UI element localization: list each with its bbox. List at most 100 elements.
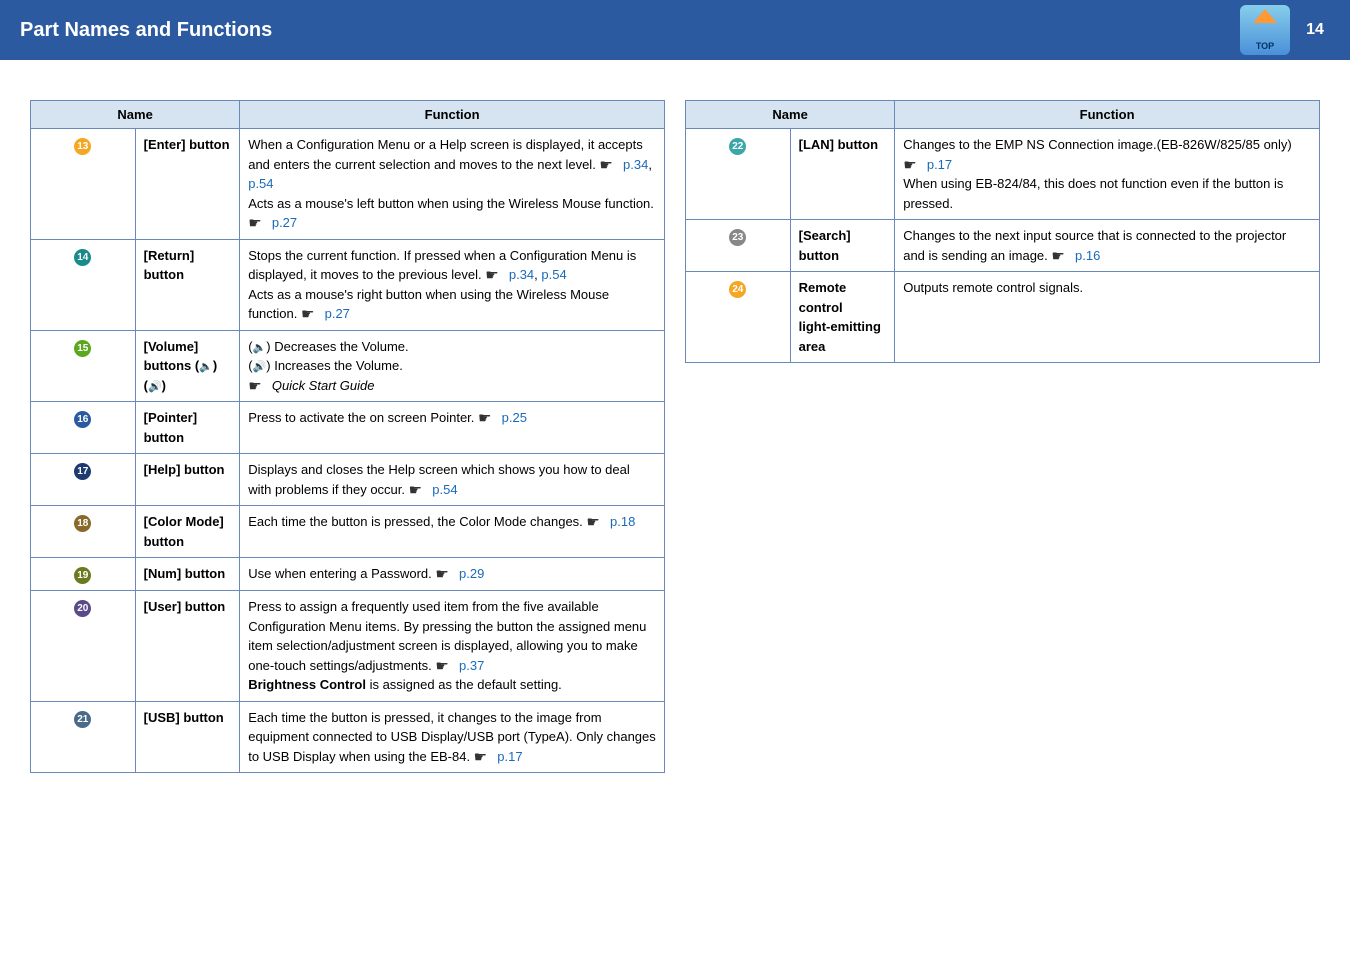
page-link[interactable]: p.37 (459, 658, 484, 673)
func-text: Acts as a mouse's left button when using… (248, 196, 654, 211)
button-name: [LAN] button (799, 137, 878, 152)
table-row: 20 [User] button Press to assign a frequ… (31, 591, 665, 702)
button-name: Remote control (799, 280, 847, 315)
row-number: 24 (729, 281, 746, 298)
page-link[interactable]: p.34 (509, 267, 534, 282)
row-number: 14 (74, 249, 91, 266)
hand-icon (478, 409, 498, 421)
hand-icon (248, 214, 268, 226)
func-text: Each time the button is pressed, it chan… (248, 710, 656, 764)
table-row: 14 [Return] button Stops the current fun… (31, 239, 665, 330)
page-header: Part Names and Functions TOP 14 (0, 0, 1350, 60)
volume-up-icon (148, 378, 162, 393)
page-number: 14 (1300, 21, 1330, 39)
page-link[interactable]: p.27 (272, 215, 297, 230)
table-row: 23 [Search] button Changes to the next i… (686, 220, 1320, 272)
function-cell: When a Configuration Menu or a Help scre… (240, 129, 665, 240)
button-name: [Search] button (799, 228, 851, 263)
button-name: [Help] button (144, 462, 225, 477)
table-row: 16 [Pointer] button Press to activate th… (31, 402, 665, 454)
volume-down-icon (253, 339, 267, 354)
func-text: When a Configuration Menu or a Help scre… (248, 137, 643, 172)
hand-icon (1051, 247, 1071, 259)
page-link[interactable]: p.54 (432, 482, 457, 497)
function-cell: Outputs remote control signals. (895, 272, 1320, 363)
page-link[interactable]: p.25 (502, 410, 527, 425)
page-link[interactable]: p.29 (459, 566, 484, 581)
func-text: Stops the current function. If pressed w… (248, 248, 636, 283)
table-row: 22 [LAN] button Changes to the EMP NS Co… (686, 129, 1320, 220)
th-function: Function (895, 101, 1320, 129)
func-text: Each time the button is pressed, the Col… (248, 514, 586, 529)
sep: , (648, 157, 652, 172)
func-text: Press to activate the on screen Pointer. (248, 410, 478, 425)
function-cell: Displays and closes the Help screen whic… (240, 454, 665, 506)
table-row: 15 [Volume] buttons () () () Decreases t… (31, 330, 665, 402)
right-column: Name Function 22 [LAN] button Changes to… (685, 100, 1320, 773)
function-cell: () Decreases the Volume. () Increases th… (240, 330, 665, 402)
function-cell: Each time the button is pressed, the Col… (240, 506, 665, 558)
page-link[interactable]: p.27 (325, 306, 350, 321)
page-link[interactable]: p.17 (497, 749, 522, 764)
row-number: 17 (74, 463, 91, 480)
th-function: Function (240, 101, 665, 129)
button-name: ) (162, 378, 166, 393)
hand-icon (485, 266, 505, 278)
function-cell: Press to assign a frequently used item f… (240, 591, 665, 702)
func-text: Use when entering a Password. (248, 566, 435, 581)
page-link[interactable]: p.16 (1075, 248, 1100, 263)
function-cell: Changes to the next input source that is… (895, 220, 1320, 272)
button-name: [Color Mode] button (144, 514, 224, 549)
function-cell: Stops the current function. If pressed w… (240, 239, 665, 330)
function-cell: Use when entering a Password. p.29 (240, 558, 665, 591)
button-name: [Return] button (144, 248, 195, 283)
hand-icon (586, 513, 606, 525)
table-row: 18 [Color Mode] button Each time the but… (31, 506, 665, 558)
bold-text: Brightness Control (248, 677, 366, 692)
hand-icon (435, 657, 455, 669)
hand-icon (248, 377, 268, 389)
hand-icon (435, 565, 455, 577)
hand-icon (599, 156, 619, 168)
func-text: is assigned as the default setting. (366, 677, 562, 692)
guide-ref: Quick Start Guide (272, 378, 375, 393)
button-name: ) (213, 358, 217, 373)
functions-table-left: Name Function 13 [Enter] button When a C… (30, 100, 665, 773)
row-number: 21 (74, 711, 91, 728)
page-link[interactable]: p.54 (541, 267, 566, 282)
top-button[interactable]: TOP (1240, 5, 1290, 55)
page-link[interactable]: p.54 (248, 176, 273, 191)
volume-down-icon (199, 358, 213, 373)
button-name: [Pointer] button (144, 410, 197, 445)
button-name: [Volume] buttons ( (144, 339, 200, 374)
table-row: 13 [Enter] button When a Configuration M… (31, 129, 665, 240)
row-number: 16 (74, 411, 91, 428)
table-row: 21 [USB] button Each time the button is … (31, 701, 665, 773)
top-label: TOP (1256, 41, 1274, 51)
page-link[interactable]: p.18 (610, 514, 635, 529)
hand-icon (903, 156, 923, 168)
hand-icon (474, 748, 494, 760)
row-number: 19 (74, 567, 91, 584)
page-title: Part Names and Functions (20, 19, 272, 42)
func-text: Changes to the EMP NS Connection image.(… (903, 137, 1292, 152)
th-name: Name (31, 101, 240, 129)
hand-icon (301, 305, 321, 317)
content-area: Name Function 13 [Enter] button When a C… (0, 60, 1350, 793)
page-link[interactable]: p.17 (927, 157, 952, 172)
page-link[interactable]: p.34 (623, 157, 648, 172)
row-number: 22 (729, 138, 746, 155)
table-row: 19 [Num] button Use when entering a Pass… (31, 558, 665, 591)
button-name: [USB] button (144, 710, 224, 725)
header-right: TOP 14 (1240, 5, 1330, 55)
row-number: 20 (74, 600, 91, 617)
func-text: Outputs remote control signals. (903, 280, 1083, 295)
row-number: 23 (729, 229, 746, 246)
th-name: Name (686, 101, 895, 129)
button-name: [User] button (144, 599, 226, 614)
button-name: [Num] button (144, 566, 226, 581)
left-column: Name Function 13 [Enter] button When a C… (30, 100, 665, 773)
button-name: light-emitting area (799, 319, 881, 354)
row-number: 15 (74, 340, 91, 357)
row-number: 13 (74, 138, 91, 155)
